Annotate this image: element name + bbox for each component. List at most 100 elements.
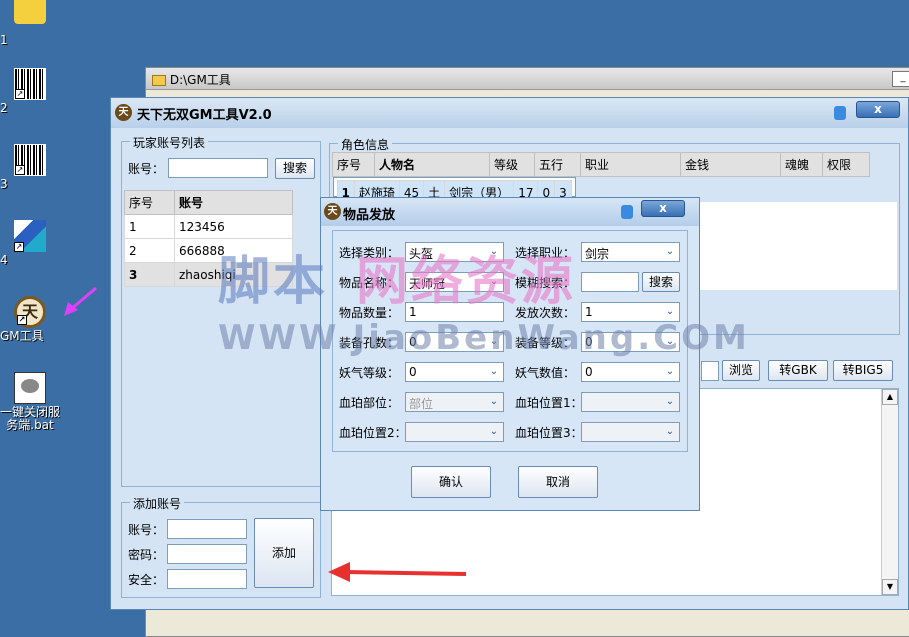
window-title: 天下无双GM工具V2.0 xyxy=(137,108,272,123)
row-index: 3 xyxy=(124,262,175,287)
chevron-down-icon: ⌄ xyxy=(665,246,675,257)
security-input[interactable] xyxy=(167,569,247,589)
desktop-icon-4[interactable]: ↗ 4 xyxy=(0,220,60,267)
desktop-icon-label: 2 xyxy=(0,101,8,115)
dialog-fields-panel: 选择类别： 头盔 ⌄ 选择职业： 剑宗 ⌄ 物品名称： 天师冠 ⌄ 模糊搜索： 搜索 … xyxy=(332,230,688,452)
account-search-label: 账号： xyxy=(128,162,165,176)
to-gbk-button[interactable]: 转GBK xyxy=(768,360,828,381)
grant-times-select[interactable]: 1 ⌄ xyxy=(581,302,680,322)
desktop-icon-1[interactable]: 1 xyxy=(0,0,60,47)
row-account: 666888 xyxy=(174,238,293,263)
demon-value-select[interactable]: 0 ⌄ xyxy=(581,362,680,382)
blood-part-label: 血珀部位： xyxy=(339,396,400,410)
add-account-group: 添加账号 账号： 密码： 安全： 添加 xyxy=(121,495,321,598)
new-password-input[interactable] xyxy=(167,544,247,564)
table-row[interactable]: 1 赵施琦 45 土 剑宗（男） 17 0 3 xyxy=(332,177,576,205)
dialog-title-bar: 天 物品发放 x xyxy=(321,198,699,226)
vertical-scrollbar[interactable]: ▲ ▼ xyxy=(881,389,898,595)
demon-level-select[interactable]: 0 ⌄ xyxy=(405,362,504,382)
confirm-button[interactable]: 确认 xyxy=(411,466,491,498)
demon-level-label: 妖气等级： xyxy=(339,366,400,380)
blood-pos1-select[interactable]: ⌄ xyxy=(581,392,680,412)
grant-times-value: 1 xyxy=(585,305,593,319)
col-header-index: 序号 xyxy=(124,190,175,215)
col-header-account: 账号 xyxy=(174,190,293,215)
grant-times-label: 发放次数： xyxy=(515,306,576,320)
file-path-input[interactable] xyxy=(701,361,719,381)
chevron-down-icon: ⌄ xyxy=(489,276,499,287)
col-header: 职业 xyxy=(580,152,681,177)
player-search-button[interactable]: 搜索 xyxy=(275,158,315,179)
desktop-icon-2[interactable]: ↗ 2 xyxy=(0,68,60,115)
category-select[interactable]: 头盔 ⌄ xyxy=(405,242,504,262)
shortcut-arrow-icon: ↗ xyxy=(15,89,25,99)
account-search-input[interactable] xyxy=(168,158,268,178)
shortcut-arrow-icon: ↗ xyxy=(17,315,27,325)
explorer-minimize-button[interactable]: _ xyxy=(892,71,909,87)
col-header: 权限 xyxy=(822,152,870,177)
desktop-icon-label: 4 xyxy=(0,253,8,267)
item-name-label: 物品名称： xyxy=(339,276,400,290)
browse-button[interactable]: 浏览 xyxy=(722,360,760,381)
quantity-input[interactable] xyxy=(405,302,504,322)
add-account-button[interactable]: 添加 xyxy=(254,518,314,588)
pink-arrow-annotation xyxy=(64,286,97,316)
desktop-icon-label: GM工具 xyxy=(0,329,44,343)
explorer-title: D:\GM工具 xyxy=(169,73,231,87)
blood-pos2-label: 血珀位置2： xyxy=(339,426,407,440)
item-name-value: 天师冠 xyxy=(409,277,446,291)
item-grant-dialog: 天 物品发放 x 选择类别： 头盔 ⌄ 选择职业： 剑宗 ⌄ 物品名称： 天师冠 ⌄ … xyxy=(320,197,700,511)
table-row[interactable]: 3 zhaoshiqi xyxy=(124,262,293,287)
player-table: 序号 账号 1 123456 2 666888 3 zhaoshiqi xyxy=(124,190,293,287)
blood-pos3-select[interactable]: ⌄ xyxy=(581,422,680,442)
new-account-input[interactable] xyxy=(167,519,247,539)
col-header: 魂魄 xyxy=(780,152,823,177)
character-info-legend: 角色信息 xyxy=(338,136,393,153)
desktop-icon-bat[interactable]: 一键关闭服务端.bat xyxy=(0,372,62,432)
table-row[interactable]: 1 123456 xyxy=(124,214,293,239)
blood-pos1-label: 血珀位置1： xyxy=(515,396,583,410)
job-select[interactable]: 剑宗 ⌄ xyxy=(581,242,680,262)
col-header: 金钱 xyxy=(680,152,781,177)
desktop-icon-gm-tool[interactable]: 天 ↗ GM工具 xyxy=(0,296,60,343)
blood-pos2-select[interactable]: ⌄ xyxy=(405,422,504,442)
blood-part-select[interactable]: 部位 ⌄ xyxy=(405,392,504,412)
item-name-select[interactable]: 天师冠 ⌄ xyxy=(405,272,504,292)
tianxia-logo-icon: 天 ↗ xyxy=(14,296,46,328)
cancel-button[interactable]: 取消 xyxy=(518,466,598,498)
tianxia-logo-icon: 天 xyxy=(324,203,341,220)
blood-pos3-label: 血珀位置3： xyxy=(515,426,583,440)
security-label: 安全： xyxy=(128,573,165,587)
pin-icon[interactable] xyxy=(621,205,633,219)
row-index: 2 xyxy=(124,238,175,263)
quantity-label: 物品数量： xyxy=(339,306,400,320)
row-account: 123456 xyxy=(174,214,293,239)
pin-icon[interactable] xyxy=(834,106,846,120)
close-button[interactable]: x xyxy=(856,101,900,118)
dialog-close-button[interactable]: x xyxy=(641,200,685,217)
job-value: 剑宗 xyxy=(585,247,610,261)
gm-tool-title-bar: 天 天下无双GM工具V2.0 x xyxy=(111,98,908,128)
desktop-icon-3[interactable]: ↗ 3 xyxy=(0,144,60,191)
equip-level-label: 装备等级： xyxy=(515,336,576,350)
holes-label: 装备孔数： xyxy=(339,336,400,350)
equip-level-select[interactable]: 0 ⌄ xyxy=(581,332,680,352)
character-table: 序号 人物名 等级 五行 职业 金钱 魂魄 权限 1 赵施琦 45 土 剑宗（男… xyxy=(332,152,870,205)
demon-value-value: 0 xyxy=(585,365,593,379)
scroll-up-icon[interactable]: ▲ xyxy=(882,389,898,405)
demon-level-value: 0 xyxy=(409,365,417,379)
table-row[interactable]: 2 666888 xyxy=(124,238,293,263)
blood-part-value: 部位 xyxy=(409,397,434,411)
fuzzy-search-button[interactable]: 搜索 xyxy=(642,272,680,292)
scroll-down-icon[interactable]: ▼ xyxy=(882,579,898,595)
job-label: 选择职业： xyxy=(515,246,576,260)
row-index: 1 xyxy=(124,214,175,239)
pikachu-icon xyxy=(14,0,46,24)
barcode-icon: ↗ xyxy=(14,68,46,100)
fuzzy-search-input[interactable] xyxy=(581,272,639,292)
holes-select[interactable]: 0 ⌄ xyxy=(405,332,504,352)
desktop-icon-label: 3 xyxy=(0,177,8,191)
category-label: 选择类别： xyxy=(339,246,400,260)
fuzzy-search-label: 模糊搜索： xyxy=(515,276,576,290)
to-big5-button[interactable]: 转BIG5 xyxy=(833,360,893,381)
